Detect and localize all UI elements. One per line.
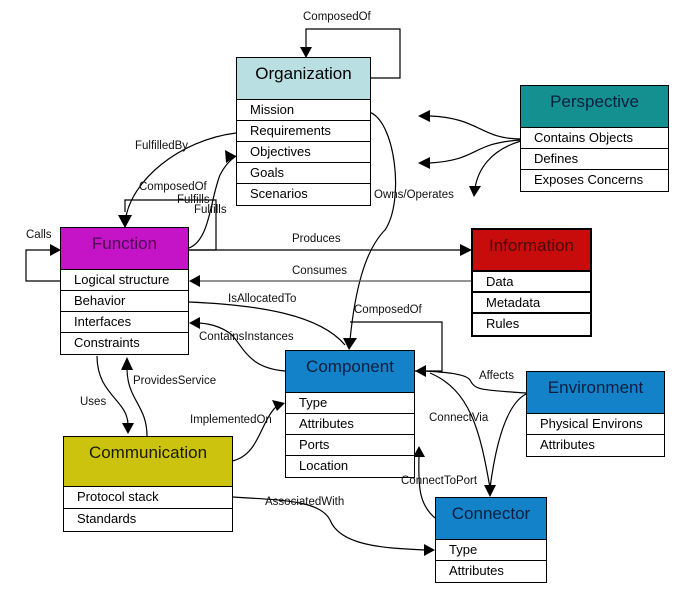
entity-attribute: Rules [486, 316, 520, 331]
entity-relationship-diagram: Organization Mission Requirements Object… [0, 0, 697, 608]
arrowhead [189, 275, 200, 287]
edge-perspective-1 [429, 115, 522, 140]
entity-component[interactable]: Component Type Attributes Ports Location [285, 350, 415, 478]
arrowhead [189, 317, 200, 329]
arrowhead [343, 338, 357, 350]
label-fulfilled-by: FulfilledBy [135, 140, 189, 152]
entity-attribute: Metadata [473, 293, 590, 314]
entity-attribute: Constraints [74, 335, 140, 350]
entity-attribute: Contains Objects [521, 128, 668, 149]
label-org-composed-of: ComposedOf [303, 11, 371, 23]
entity-title: Function [61, 228, 188, 270]
entity-attribute: Requirements [237, 121, 370, 142]
label-uses: Uses [80, 396, 107, 408]
entity-attribute: Protocol stack [64, 487, 232, 509]
label-fulfills-2: Fulfills [194, 204, 227, 216]
label-component-composed-of: ComposedOf [354, 304, 422, 316]
entity-attribute: Scenarios [250, 186, 308, 201]
label-implemented-on: ImplementedOn [190, 414, 272, 426]
entity-title: Environment [527, 372, 664, 414]
entity-organization[interactable]: Organization Mission Requirements Object… [236, 57, 371, 206]
entity-attribute: Location [299, 458, 349, 473]
entity-attribute: Defines [521, 149, 668, 170]
entity-information[interactable]: Information Data Metadata Rules [471, 228, 592, 337]
entity-attribute: Behavior [61, 291, 188, 312]
entity-communication[interactable]: Communication Protocol stack Standards [63, 436, 233, 532]
entity-function[interactable]: Function Logical structure Behavior Inte… [60, 227, 189, 355]
arrowhead [415, 365, 426, 377]
label-consumes: Consumes [292, 265, 347, 277]
edge-calls [25, 249, 61, 282]
arrowhead [418, 110, 430, 122]
entity-environment[interactable]: Environment Physical Environs Attributes [526, 371, 665, 457]
arrowhead [121, 357, 133, 370]
entity-connector[interactable]: Connector Type Attributes [435, 497, 547, 583]
label-associated-with: AssociatedWith [265, 496, 345, 508]
edge-perspective-2 [429, 139, 522, 164]
label-connect-to-port: ConnectToPort [401, 475, 478, 487]
entity-attribute: Logical structure [61, 270, 188, 291]
entity-attribute: Exposes Concerns [534, 172, 644, 187]
arrowhead [469, 186, 481, 197]
entity-attribute: Attributes [540, 437, 595, 452]
label-affects: Affects [479, 370, 514, 382]
edge-connect-via [429, 372, 491, 489]
entity-attribute: Data [473, 272, 590, 293]
entity-title: Communication [64, 437, 232, 487]
entity-attribute: Standards [77, 511, 137, 526]
entity-attribute: Mission [237, 100, 370, 121]
entity-attribute: Ports [286, 435, 414, 456]
entity-attribute: Physical Environs [527, 414, 664, 435]
entity-title: Connector [436, 498, 546, 540]
entity-perspective[interactable]: Perspective Contains Objects Defines Exp… [520, 85, 669, 192]
entity-title: Information [473, 230, 590, 272]
entity-title: Organization [237, 58, 370, 100]
entity-attribute: Interfaces [61, 312, 188, 333]
edge-environment-connector [489, 393, 527, 489]
label-contains-instances: ContainsInstances [199, 331, 294, 343]
arrowhead [484, 485, 496, 497]
arrowhead [122, 423, 134, 434]
entity-attribute: Attributes [449, 563, 504, 578]
entity-title: Component [286, 351, 414, 393]
label-connect-via: ConnectVia [429, 412, 489, 424]
entity-title: Perspective [521, 86, 668, 128]
label-is-allocated-to: IsAllocatedTo [228, 293, 297, 305]
entity-attribute: Attributes [286, 414, 414, 435]
label-owns-operates: Owns/Operates [374, 189, 454, 201]
arrowhead [418, 157, 430, 169]
entity-attribute: Objectives [237, 142, 370, 163]
entity-attribute: Goals [237, 163, 370, 184]
label-function-composed-of: ComposedOf [139, 181, 207, 193]
label-provides-service: ProvidesService [133, 375, 217, 387]
entity-attribute: Type [436, 540, 546, 561]
arrowhead [424, 544, 435, 556]
label-produces: Produces [292, 233, 341, 245]
entity-attribute: Type [286, 393, 414, 414]
label-calls: Calls [26, 229, 52, 241]
